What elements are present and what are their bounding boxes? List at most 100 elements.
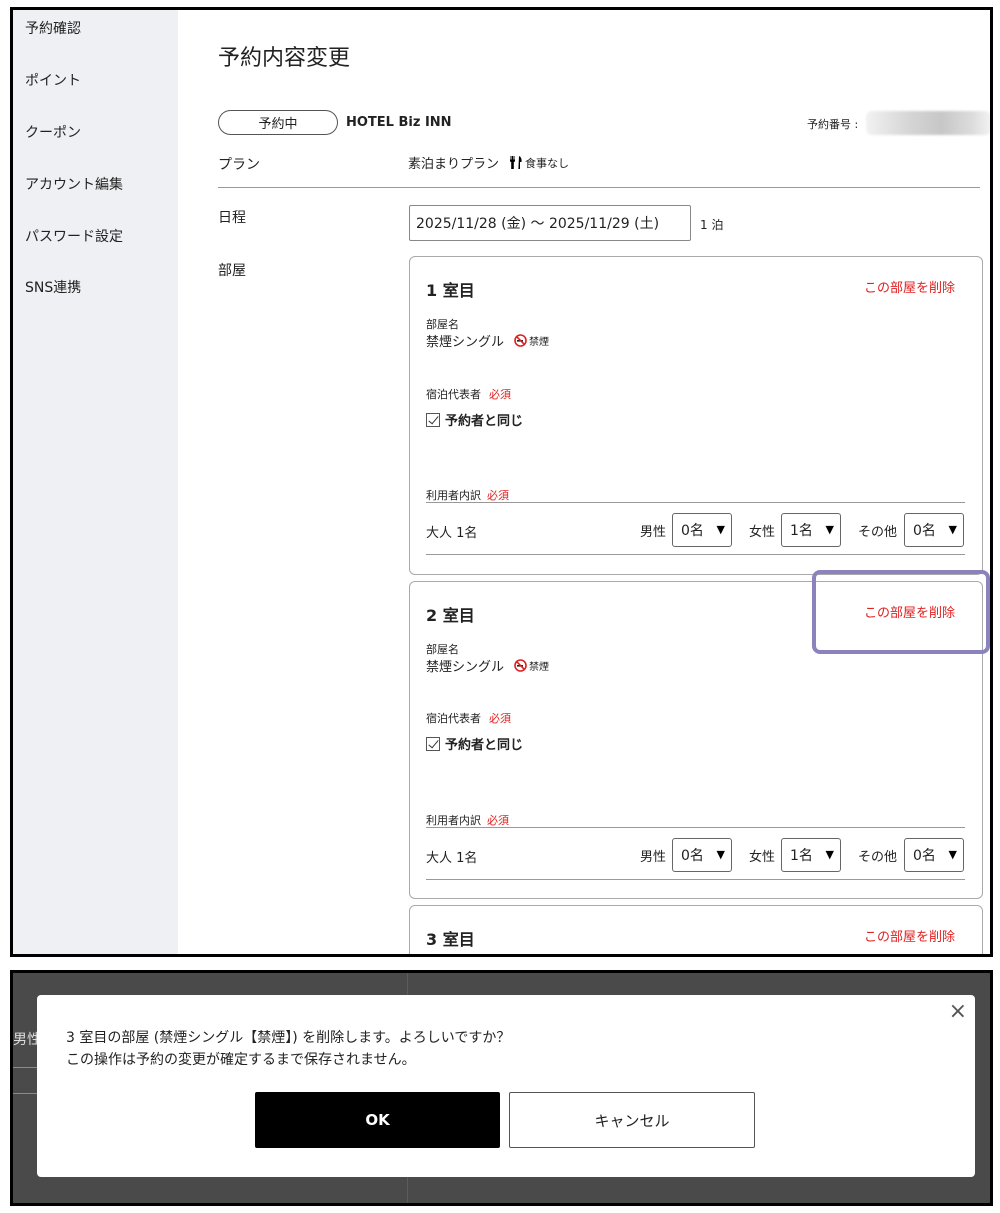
chevron-down-icon: ▼ — [825, 523, 834, 536]
sidebar-item-coupons[interactable]: クーポン — [25, 122, 81, 142]
sidebar-item-password[interactable]: パスワード設定 — [25, 226, 123, 246]
checkbox-checked[interactable] — [426, 736, 440, 751]
chevron-down-icon: ▼ — [825, 848, 834, 861]
room-card-3: 3 室目 この部屋を削除 — [409, 905, 983, 954]
reservation-edit-screen: 予約確認 ポイント クーポン アカウント編集 パスワード設定 SNS連携 予約内… — [10, 7, 993, 957]
sidebar: 予約確認 ポイント クーポン アカウント編集 パスワード設定 SNS連携 — [13, 10, 178, 954]
required-badge: 必須 — [489, 388, 511, 401]
female-count-select[interactable]: 1名 ▼ — [781, 513, 841, 547]
sidebar-item-sns[interactable]: SNS連携 — [25, 277, 81, 297]
no-smoking-tag: 禁煙 — [514, 333, 549, 348]
plan-value: 素泊まりプラン 食事なし — [408, 153, 569, 172]
female-count-select[interactable]: 1名 ▼ — [781, 838, 841, 872]
plan-label: プラン — [218, 157, 260, 173]
representative-label: 宿泊代表者 必須 — [426, 710, 511, 726]
female-label: 女性 — [749, 525, 776, 540]
same-as-booker-checkbox[interactable]: 予約者と同じ — [426, 410, 523, 429]
meal-text: 食事なし — [525, 156, 570, 170]
chevron-down-icon: ▼ — [716, 848, 725, 861]
cancel-button[interactable]: キャンセル — [509, 1092, 755, 1148]
adults-count: 大人 1名 — [426, 851, 478, 866]
no-smoking-tag: 禁煙 — [514, 658, 549, 673]
room-name: 禁煙シングル 禁煙 — [426, 656, 549, 675]
ok-button[interactable]: OK — [255, 1092, 500, 1148]
male-count-select[interactable]: 0名 ▼ — [672, 513, 732, 547]
other-count-value: 0名 — [913, 523, 936, 539]
users-label: 利用者内訳 必須 — [426, 487, 509, 503]
sidebar-item-points[interactable]: ポイント — [25, 70, 81, 90]
sidebar-item-account-edit[interactable]: アカウント編集 — [25, 174, 123, 194]
confirm-dialog: × 3 室目の部屋 (禁煙シングル【禁煙】) を削除します。よろしいですか？ こ… — [37, 995, 975, 1177]
representative-label-text: 宿泊代表者 — [426, 712, 481, 725]
same-as-booker-label: 予約者と同じ — [445, 738, 524, 753]
plan-name: 素泊まりプラン — [408, 157, 500, 172]
divider — [426, 879, 965, 880]
users-label-text: 利用者内訳 — [426, 814, 481, 827]
delete-room-link[interactable]: この部屋を削除 — [864, 277, 955, 296]
other-count-select[interactable]: 0名 ▼ — [904, 838, 964, 872]
room-title: 3 室目 — [426, 930, 475, 949]
status-badge: 予約中 — [218, 110, 338, 135]
room-name: 禁煙シングル 禁煙 — [426, 331, 549, 350]
male-label: 男性 — [640, 850, 667, 865]
other-count-select[interactable]: 0名 ▼ — [904, 513, 964, 547]
delete-room-link[interactable]: この部屋を削除 — [864, 926, 955, 945]
room-name-label: 部屋名 — [426, 643, 459, 656]
room-title: 2 室目 — [426, 606, 475, 625]
dialog-message-line2: この操作は予約の変更が確定するまで保存されません。 — [66, 1052, 416, 1068]
dialog-message-line1: 3 室目の部屋 (禁煙シングル【禁煙】) を削除します。よろしいですか？ — [66, 1030, 511, 1046]
reservation-number-label: 予約番号 : — [807, 118, 859, 131]
male-count-value: 0名 — [681, 523, 704, 539]
no-smoking-text: 禁煙 — [529, 337, 550, 348]
room-card-1: 1 室目 この部屋を削除 部屋名 禁煙シングル 禁煙 宿泊代表者 必須 予約者と… — [409, 256, 983, 575]
cutlery-icon — [510, 156, 522, 169]
no-smoking-icon — [514, 659, 527, 672]
divider — [426, 554, 965, 555]
nights-count: 1 泊 — [700, 218, 724, 232]
representative-label: 宿泊代表者 必須 — [426, 386, 511, 402]
divider — [218, 187, 980, 188]
highlight-delete-room-2 — [812, 570, 990, 654]
users-label-text: 利用者内訳 — [426, 489, 481, 502]
female-count-value: 1名 — [790, 848, 813, 864]
male-count-select[interactable]: 0名 ▼ — [672, 838, 732, 872]
sidebar-item-reservation-confirm[interactable]: 予約確認 — [25, 18, 81, 38]
chevron-down-icon: ▼ — [716, 523, 725, 536]
users-label: 利用者内訳 必須 — [426, 812, 509, 828]
hotel-name: HOTEL Biz INN — [346, 115, 452, 130]
room-title: 1 室目 — [426, 281, 475, 300]
no-smoking-text: 禁煙 — [529, 662, 550, 673]
close-icon[interactable]: × — [949, 999, 967, 1024]
main-content: 予約内容変更 予約中 HOTEL Biz INN 予約番号 : プラン 素泊まり… — [178, 10, 990, 954]
dialog-message: 3 室目の部屋 (禁煙シングル【禁煙】) を削除します。よろしいですか？ この操… — [66, 1027, 510, 1071]
meal-note: 食事なし — [509, 155, 569, 171]
date-range-field[interactable]: 2025/11/28 (金) 〜 2025/11/29 (土) — [409, 205, 691, 241]
rooms-label: 部屋 — [218, 263, 246, 279]
confirm-dialog-overlay: 男性 × 3 室目の部屋 (禁煙シングル【禁煙】) を削除します。よろしいですか… — [10, 970, 993, 1206]
room-name-text: 禁煙シングル — [426, 660, 505, 675]
checkbox-checked[interactable] — [426, 412, 440, 427]
representative-label-text: 宿泊代表者 — [426, 388, 481, 401]
divider — [426, 827, 965, 828]
no-smoking-icon — [514, 334, 527, 347]
female-label: 女性 — [749, 850, 776, 865]
schedule-label: 日程 — [218, 210, 246, 226]
required-badge: 必須 — [487, 814, 509, 827]
required-badge: 必須 — [489, 712, 511, 725]
male-label: 男性 — [640, 525, 667, 540]
other-count-value: 0名 — [913, 848, 936, 864]
other-label: その他 — [858, 850, 898, 865]
room-name-text: 禁煙シングル — [426, 335, 505, 350]
page-title: 予約内容変更 — [218, 46, 351, 71]
adults-count: 大人 1名 — [426, 526, 478, 541]
room-name-label: 部屋名 — [426, 318, 459, 331]
chevron-down-icon: ▼ — [948, 523, 957, 536]
same-as-booker-label: 予約者と同じ — [445, 414, 524, 429]
male-count-value: 0名 — [681, 848, 704, 864]
required-badge: 必須 — [487, 489, 509, 502]
chevron-down-icon: ▼ — [948, 848, 957, 861]
same-as-booker-checkbox[interactable]: 予約者と同じ — [426, 734, 523, 753]
other-label: その他 — [858, 525, 898, 540]
female-count-value: 1名 — [790, 523, 813, 539]
reservation-number-redacted — [866, 111, 990, 135]
